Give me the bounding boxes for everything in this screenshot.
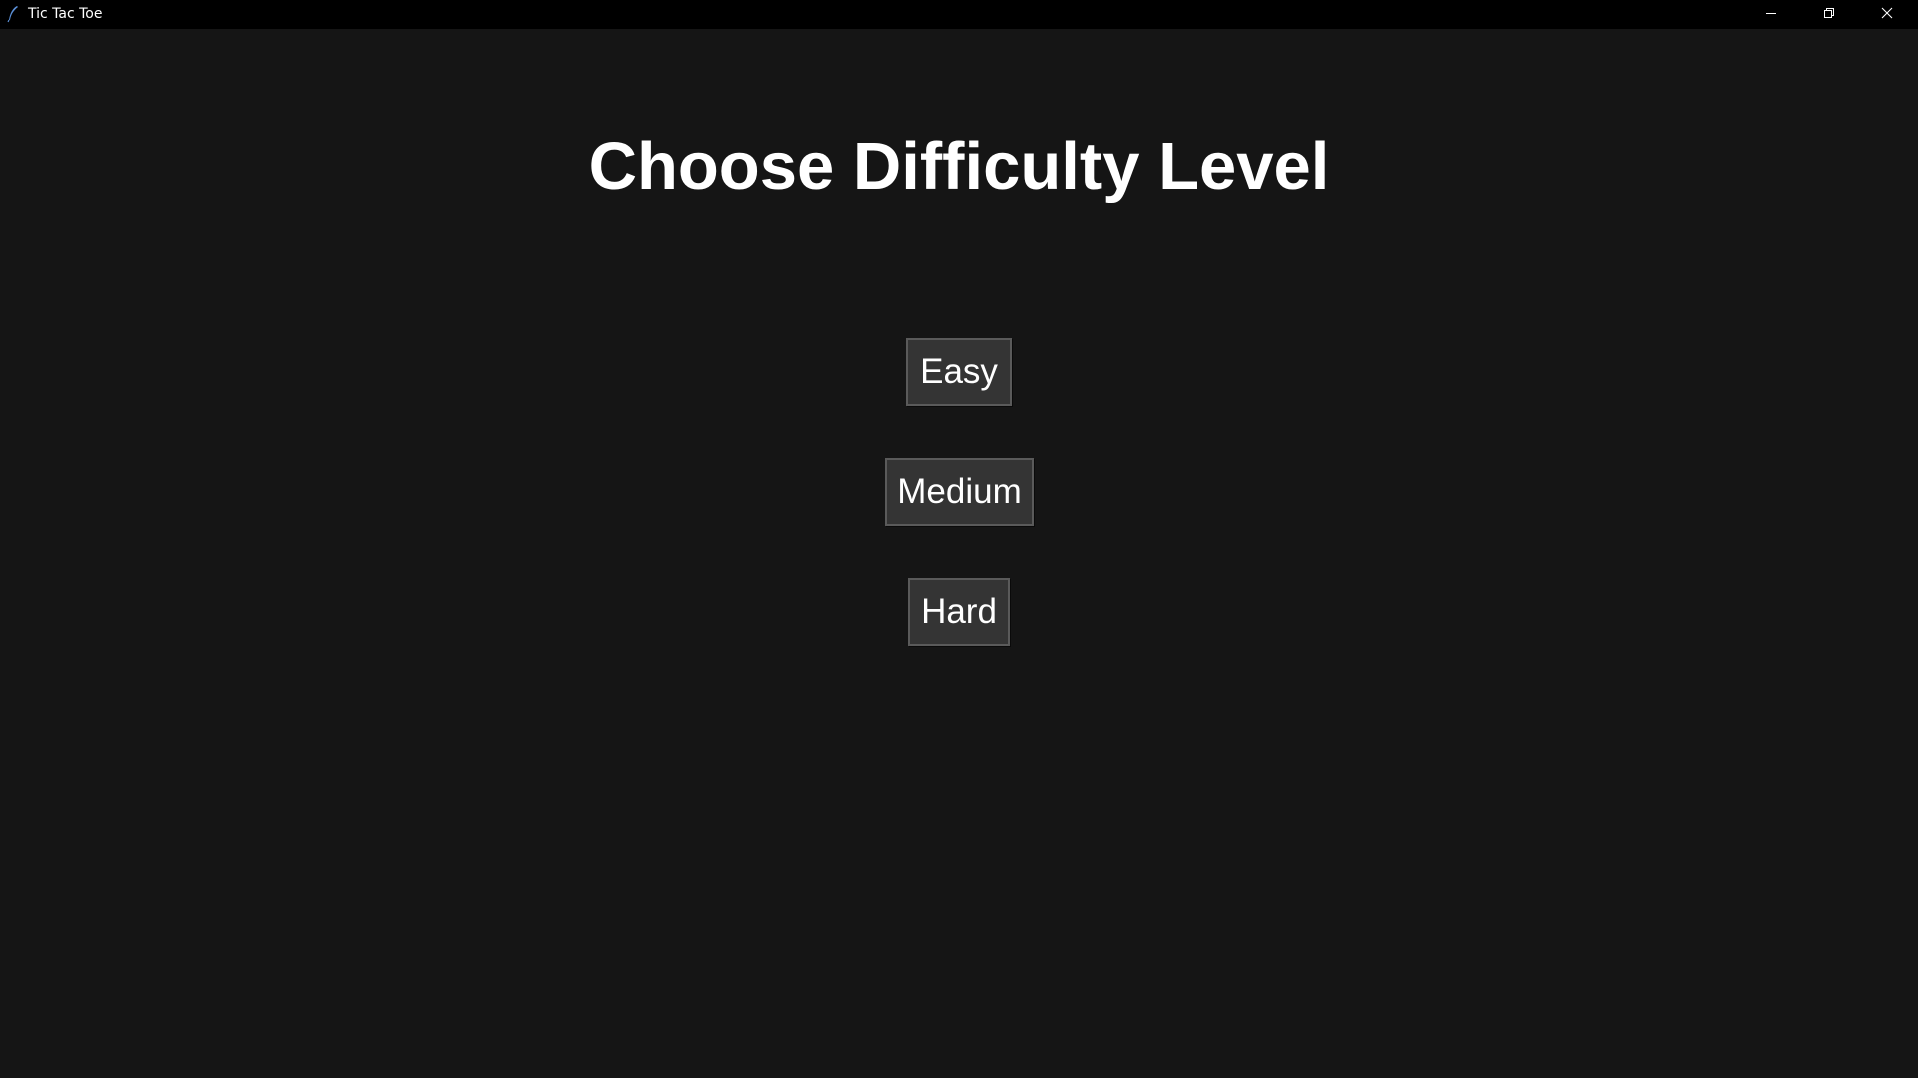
window-title: Tic Tac Toe	[28, 6, 103, 22]
minimize-icon	[1765, 6, 1777, 24]
page-title: Choose Difficulty Level	[588, 129, 1330, 204]
medium-button[interactable]: Medium	[885, 458, 1034, 526]
restore-icon	[1823, 6, 1835, 24]
easy-button[interactable]: Easy	[906, 338, 1012, 406]
title-bar[interactable]: Tic Tac Toe	[0, 0, 1918, 29]
close-button[interactable]	[1858, 0, 1916, 29]
minimize-button[interactable]	[1742, 0, 1800, 29]
close-icon	[1881, 6, 1893, 24]
restore-button[interactable]	[1800, 0, 1858, 29]
feather-icon	[6, 5, 20, 23]
hard-button[interactable]: Hard	[908, 578, 1010, 646]
difficulty-screen: Choose Difficulty Level Easy Medium Hard	[0, 29, 1918, 1078]
